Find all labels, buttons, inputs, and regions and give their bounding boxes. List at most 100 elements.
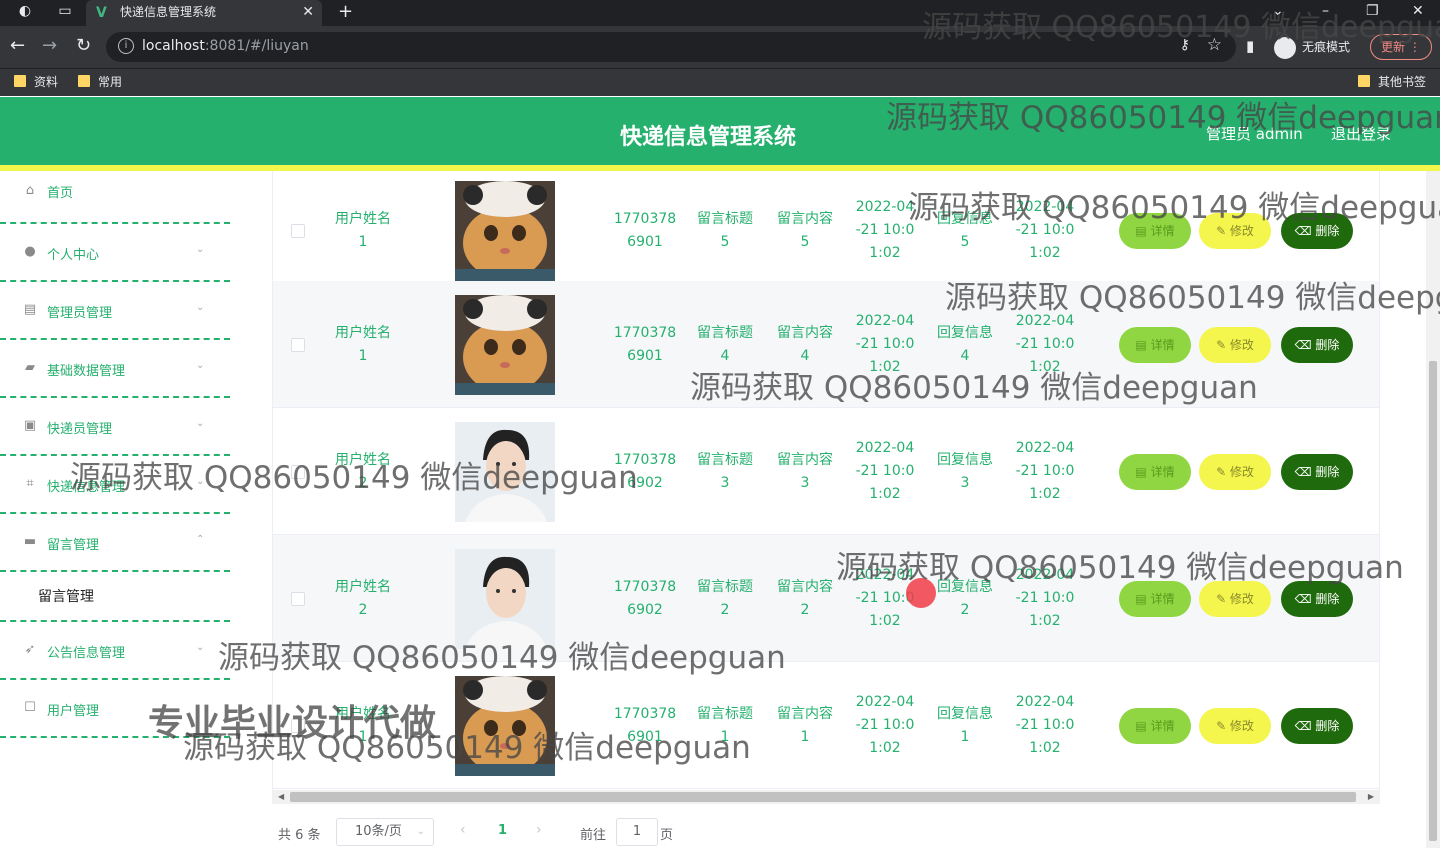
sidebar-toggle-icon[interactable]: ▮ — [1246, 36, 1254, 56]
forward-icon[interactable]: → — [42, 36, 57, 56]
home-icon: ⌂ — [25, 183, 35, 198]
cell-rtime: 2022-04 -21 10:0 1:02 — [1015, 440, 1075, 502]
goto-page-input[interactable]: 1 — [616, 818, 658, 846]
cell-title: 留言标题 5 — [697, 210, 753, 250]
chevron-up-icon: ⌃ — [196, 534, 205, 545]
delete-button[interactable]: ⌫ 删除 — [1281, 707, 1353, 744]
click-indicator — [906, 578, 936, 608]
sidebar-item-home[interactable]: ⌂ 首页 — [0, 165, 230, 224]
chevron-down-icon: ⌄ — [196, 418, 205, 429]
bookmark-star-icon[interactable]: ☆ — [1207, 35, 1222, 55]
vertical-scrollbar[interactable] — [1426, 171, 1440, 848]
minimize-icon[interactable]: – — [1322, 0, 1329, 22]
message-icon: ▬ — [23, 534, 37, 549]
next-page-icon[interactable]: › — [536, 822, 542, 838]
cell-content: 留言内容 5 — [777, 210, 833, 250]
sidebar-item-notices[interactable]: ➶ 公告信息管理 ⌄ — [0, 622, 230, 680]
page-number[interactable]: 1 — [498, 823, 507, 838]
avatar[interactable] — [455, 294, 555, 395]
page-size-select[interactable]: 10条/页 ⌄ — [336, 818, 434, 846]
row-checkbox[interactable] — [291, 464, 305, 479]
sidebar-item-profile[interactable]: ● 个人中心 ⌄ — [0, 224, 230, 282]
detail-button[interactable]: ▤ 详情 — [1119, 707, 1191, 744]
sidebar-item-express[interactable]: ⌗ 快递信息管理 ⌄ — [0, 456, 230, 514]
cell-title: 留言标题 2 — [697, 578, 753, 618]
user-icon: ● — [24, 244, 36, 259]
globe-icon[interactable]: ◐ — [16, 3, 34, 21]
cell-title: 留言标题 3 — [697, 451, 753, 491]
url-field[interactable]: i localhost:8081/#/liuyan ⚷ ☆ — [106, 32, 1236, 62]
scroll-left-icon[interactable]: ◀ — [278, 790, 284, 804]
detail-button[interactable]: ▤ 详情 — [1119, 580, 1191, 617]
cell-phone: 1770378 6902 — [613, 451, 677, 491]
restore-icon[interactable]: ❐ — [1366, 0, 1379, 22]
cell-reply: 回复信息 3 — [937, 451, 993, 491]
detail-button[interactable]: ▤ 详情 — [1119, 212, 1191, 249]
folder-icon — [78, 75, 90, 87]
other-bookmarks[interactable]: 其他书签 — [1358, 73, 1426, 91]
bookmark-folder[interactable]: 资料 — [14, 73, 58, 91]
browser-tab-strip: ◐ ▭ V 快递信息管理系统 ✕ + ⌄ – ❐ ✕ — [0, 0, 1440, 26]
avatar[interactable] — [455, 180, 555, 281]
truck-icon: ▣ — [23, 418, 37, 433]
cell-name: 用户姓名 1 — [335, 705, 391, 745]
chevron-down-icon: ⌄ — [196, 302, 205, 313]
cell-time: 2022-04 -21 10:0 1:02 — [855, 440, 915, 502]
submenu-item-messages[interactable]: 留言管理 — [38, 586, 94, 606]
incognito-indicator[interactable]: 无痕模式 — [1274, 34, 1350, 60]
detail-button[interactable]: ▤ 详情 — [1119, 326, 1191, 363]
avatar[interactable] — [455, 421, 555, 522]
message-table: 用户姓名 1 1770378 6901 留言标题 5 留言内容 5 2022-04 -2… — [272, 171, 1380, 804]
cell-phone: 1770378 6901 — [613, 705, 677, 745]
cell-rtime: 2022-04 -21 10:0 1:02 — [1015, 567, 1075, 629]
sidebar-item-couriers[interactable]: ▣ 快递员管理 ⌄ — [0, 398, 230, 456]
delete-button[interactable]: ⌫ 删除 — [1281, 453, 1353, 490]
edit-button[interactable]: ✎ 修改 — [1199, 707, 1271, 744]
reload-icon[interactable]: ↻ — [76, 36, 91, 56]
bookmark-folder[interactable]: 常用 — [78, 73, 122, 91]
delete-button[interactable]: ⌫ 删除 — [1281, 580, 1353, 617]
avatar[interactable] — [455, 675, 555, 776]
row-checkbox[interactable] — [291, 718, 305, 733]
admin-label: 管理员 admin — [1206, 125, 1303, 143]
pagination: 共 6 条 10条/页 ⌄ ‹ 1 › 前往 1 页 — [272, 812, 1380, 848]
delete-button[interactable]: ⌫ 删除 — [1281, 326, 1353, 363]
vertical-scrollbar-thumb[interactable] — [1429, 361, 1437, 841]
delete-button[interactable]: ⌫ 删除 — [1281, 212, 1353, 249]
row-checkbox[interactable] — [291, 591, 305, 606]
sidebar-item-basedata[interactable]: ▰ 基础数据管理 ⌄ — [0, 340, 230, 398]
update-button[interactable]: 更新 ⋮ — [1370, 34, 1432, 60]
sidebar-item-users[interactable]: ☐ 用户管理 — [0, 680, 230, 738]
edit-button[interactable]: ✎ 修改 — [1199, 453, 1271, 490]
sidebar-item-admins[interactable]: ▤ 管理员管理 ⌄ — [0, 282, 230, 340]
edit-button[interactable]: ✎ 修改 — [1199, 580, 1271, 617]
chevron-down-icon: ⌄ — [416, 826, 425, 837]
logout-link[interactable]: 退出登录 — [1331, 123, 1391, 144]
cell-reply: 回复信息 2 — [937, 578, 993, 618]
submenu-messages[interactable]: 留言管理 — [0, 572, 230, 622]
app-header: 快递信息管理系统 管理员 admin 退出登录 — [0, 97, 1440, 171]
prev-page-icon[interactable]: ‹ — [460, 822, 466, 838]
key-icon[interactable]: ⚷ — [1180, 37, 1190, 53]
edit-button[interactable]: ✎ 修改 — [1199, 326, 1271, 363]
info-icon[interactable]: i — [118, 38, 134, 54]
cell-content: 留言内容 1 — [777, 705, 833, 745]
back-icon[interactable]: ← — [10, 36, 25, 56]
close-tab-icon[interactable]: ✕ — [302, 0, 314, 24]
bookmarks-bar: 资料 常用 其他书签 — [0, 68, 1440, 96]
edit-button[interactable]: ✎ 修改 — [1199, 212, 1271, 249]
chevron-down-icon[interactable]: ⌄ — [1272, 0, 1284, 22]
row-checkbox[interactable] — [291, 337, 305, 352]
detail-button[interactable]: ▤ 详情 — [1119, 453, 1191, 490]
browser-tab[interactable]: V 快递信息管理系统 ✕ — [86, 0, 322, 26]
window-icon[interactable]: ▭ — [56, 3, 74, 21]
sidebar-item-messages[interactable]: ▬ 留言管理 ⌃ — [0, 514, 230, 572]
horizontal-scrollbar[interactable]: ◀ ▶ — [272, 790, 1380, 804]
close-window-icon[interactable]: ✕ — [1412, 0, 1424, 22]
row-checkbox[interactable] — [291, 223, 305, 238]
new-tab-icon[interactable]: + — [338, 0, 353, 24]
table-row: 用户姓名 1 1770378 6901 留言标题 4 留言内容 4 2022-04 -2… — [273, 281, 1379, 408]
avatar[interactable] — [455, 548, 555, 649]
scrollbar-thumb[interactable] — [290, 792, 1356, 802]
scroll-right-icon[interactable]: ▶ — [1368, 790, 1374, 804]
